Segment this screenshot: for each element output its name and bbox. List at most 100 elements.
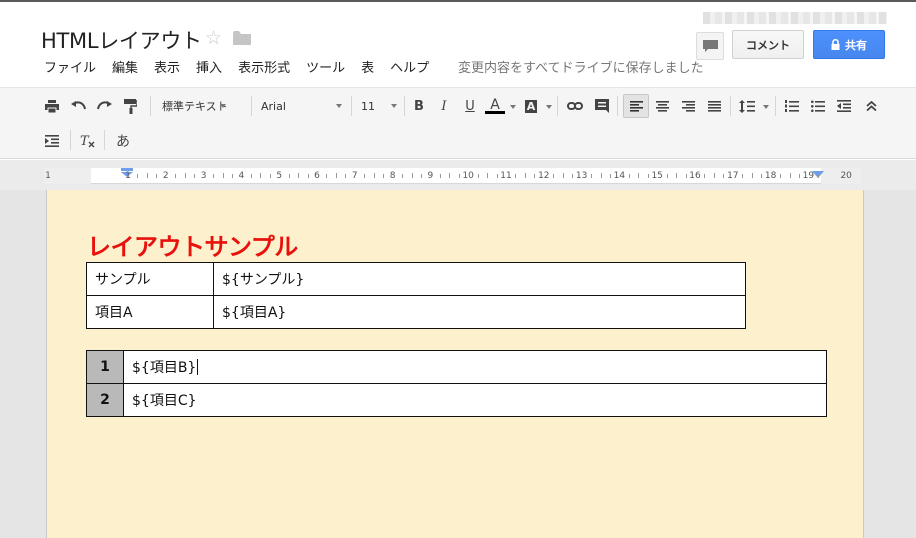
menu-edit[interactable]: 編集: [112, 57, 138, 76]
chevron-down-icon[interactable]: [763, 105, 769, 109]
undo-button[interactable]: [68, 96, 88, 116]
document-title[interactable]: HTMLレイアウト: [41, 25, 202, 55]
ruler-area: 1 1 2 3 4 5 6 7 8 9 10 11 12 13 14 15 16 17 18 19 20: [0, 160, 916, 190]
comment-add-icon: [595, 99, 609, 113]
share-label: 共有: [845, 38, 867, 52]
comment-button[interactable]: コメント: [732, 30, 804, 59]
chevron-down-icon[interactable]: [510, 105, 516, 109]
toolbar-separator: [557, 96, 558, 116]
insert-comment-button[interactable]: [592, 96, 612, 116]
document-page[interactable]: レイアウトサンプル サンプル ${サンプル} 項目A ${項目A} 1 ${項目…: [46, 190, 864, 538]
document-heading[interactable]: レイアウトサンプル: [87, 227, 298, 262]
align-left-button[interactable]: [623, 94, 649, 118]
folder-icon[interactable]: [233, 31, 251, 45]
chevron-down-icon[interactable]: [546, 105, 552, 109]
star-icon[interactable]: ☆: [205, 27, 222, 49]
ruler-tick: [742, 174, 744, 178]
ruler-number: 17: [727, 171, 739, 181]
ruler-number: 6: [314, 171, 320, 181]
highlight-color-button[interactable]: A: [521, 96, 541, 116]
italic-button[interactable]: I: [434, 96, 454, 116]
row-number-cell[interactable]: 2: [86, 383, 124, 417]
redo-button[interactable]: [94, 96, 114, 116]
decrease-indent-button[interactable]: [834, 96, 854, 116]
ruler-number: 1: [125, 171, 131, 181]
ruler-tick: [591, 174, 593, 178]
ruler-number: 10: [462, 171, 474, 181]
ruler-tick: [562, 173, 564, 178]
menu-insert[interactable]: 挿入: [196, 57, 222, 76]
document-canvas: レイアウトサンプル サンプル ${サンプル} 項目A ${項目A} 1 ${項目…: [0, 190, 916, 538]
share-button[interactable]: 共有: [813, 30, 885, 59]
paint-format-button[interactable]: [120, 96, 140, 116]
ruler-number: 1: [45, 171, 51, 181]
ruler-tick: [761, 174, 763, 178]
underline-button[interactable]: U: [460, 96, 480, 116]
chevron-down-icon: [220, 104, 226, 108]
line-spacing-button[interactable]: [736, 96, 758, 116]
font-family-dropdown[interactable]: Arial: [261, 98, 347, 114]
numbered-list-icon: [785, 100, 799, 112]
align-justify-button[interactable]: [704, 96, 724, 116]
comment-bubble-icon: [703, 40, 718, 52]
insert-link-button[interactable]: [565, 96, 585, 116]
bulleted-list-button[interactable]: [808, 96, 828, 116]
collapse-toolbar-button[interactable]: [861, 96, 881, 116]
ruler-number: 20: [840, 171, 852, 181]
align-right-button[interactable]: [678, 96, 698, 116]
comments-history-button[interactable]: [696, 32, 724, 60]
ruler-number: 13: [575, 171, 588, 181]
ruler-tick: [477, 174, 479, 178]
table-cell-value[interactable]: ${項目C}: [123, 383, 827, 417]
menu-format[interactable]: 表示形式: [238, 57, 290, 76]
bulleted-list-icon: [811, 100, 825, 112]
table-cell-value[interactable]: ${項目B}: [123, 350, 827, 384]
font-size-dropdown[interactable]: 11: [361, 98, 401, 114]
clear-formatting-button[interactable]: T: [76, 131, 98, 151]
toolbar-separator: [251, 96, 252, 116]
save-status[interactable]: 変更内容をすべてドライブに保存しました: [458, 57, 704, 76]
menu-tools[interactable]: ツール: [306, 57, 345, 76]
menu-view[interactable]: 表示: [154, 57, 180, 76]
ruler-tick: [713, 173, 715, 178]
lock-icon: [831, 39, 840, 50]
ruler-number: 15: [651, 171, 663, 181]
highlight-icon: A: [524, 99, 538, 113]
table-cell-value[interactable]: ${項目A}: [213, 295, 746, 329]
ruler-tick: [402, 174, 404, 178]
bold-button[interactable]: B: [409, 96, 429, 116]
ruler-tick: [146, 173, 148, 178]
menu-help[interactable]: ヘルプ: [390, 57, 429, 76]
ruler-tick: [420, 174, 422, 178]
paragraph-style-dropdown[interactable]: 標準テキスト: [162, 98, 248, 114]
ruler-tick: [751, 173, 753, 178]
menu-table[interactable]: 表: [361, 57, 374, 76]
ruler-tick: [572, 174, 574, 178]
ruler-tick: [373, 173, 375, 178]
account-email-blurred: [703, 12, 887, 24]
print-icon: [45, 99, 59, 113]
toolbar-separator: [70, 130, 71, 150]
ruler-tick: [487, 173, 489, 178]
menu-file[interactable]: ファイル: [44, 57, 96, 76]
toolbar: 標準テキスト Arial 11 B I U A A T あ: [0, 87, 916, 159]
input-tools-button[interactable]: あ: [112, 131, 134, 151]
ruler-tick: [458, 174, 460, 178]
ruler-tick: [184, 173, 186, 178]
toolbar-separator: [775, 96, 776, 116]
print-button[interactable]: [42, 96, 62, 116]
ruler-tick: [222, 173, 224, 178]
numbered-list-button[interactable]: [782, 96, 802, 116]
align-right-icon: [681, 100, 695, 112]
chevron-down-icon: [336, 104, 342, 108]
table-cell-value[interactable]: ${サンプル}: [213, 262, 746, 296]
increase-indent-button[interactable]: [42, 131, 62, 151]
ruler-tick: [496, 174, 498, 178]
align-center-button[interactable]: [652, 96, 672, 116]
horizontal-ruler[interactable]: 1 1 2 3 4 5 6 7 8 9 10 11 12 13 14 15 16 17 18 19 20: [44, 168, 861, 184]
text-color-button[interactable]: A: [484, 94, 506, 116]
table-cell-label[interactable]: サンプル: [86, 262, 214, 296]
row-number-cell[interactable]: 1: [86, 350, 124, 384]
table-cell-label[interactable]: 項目A: [86, 295, 214, 329]
align-left-icon: [629, 100, 643, 112]
